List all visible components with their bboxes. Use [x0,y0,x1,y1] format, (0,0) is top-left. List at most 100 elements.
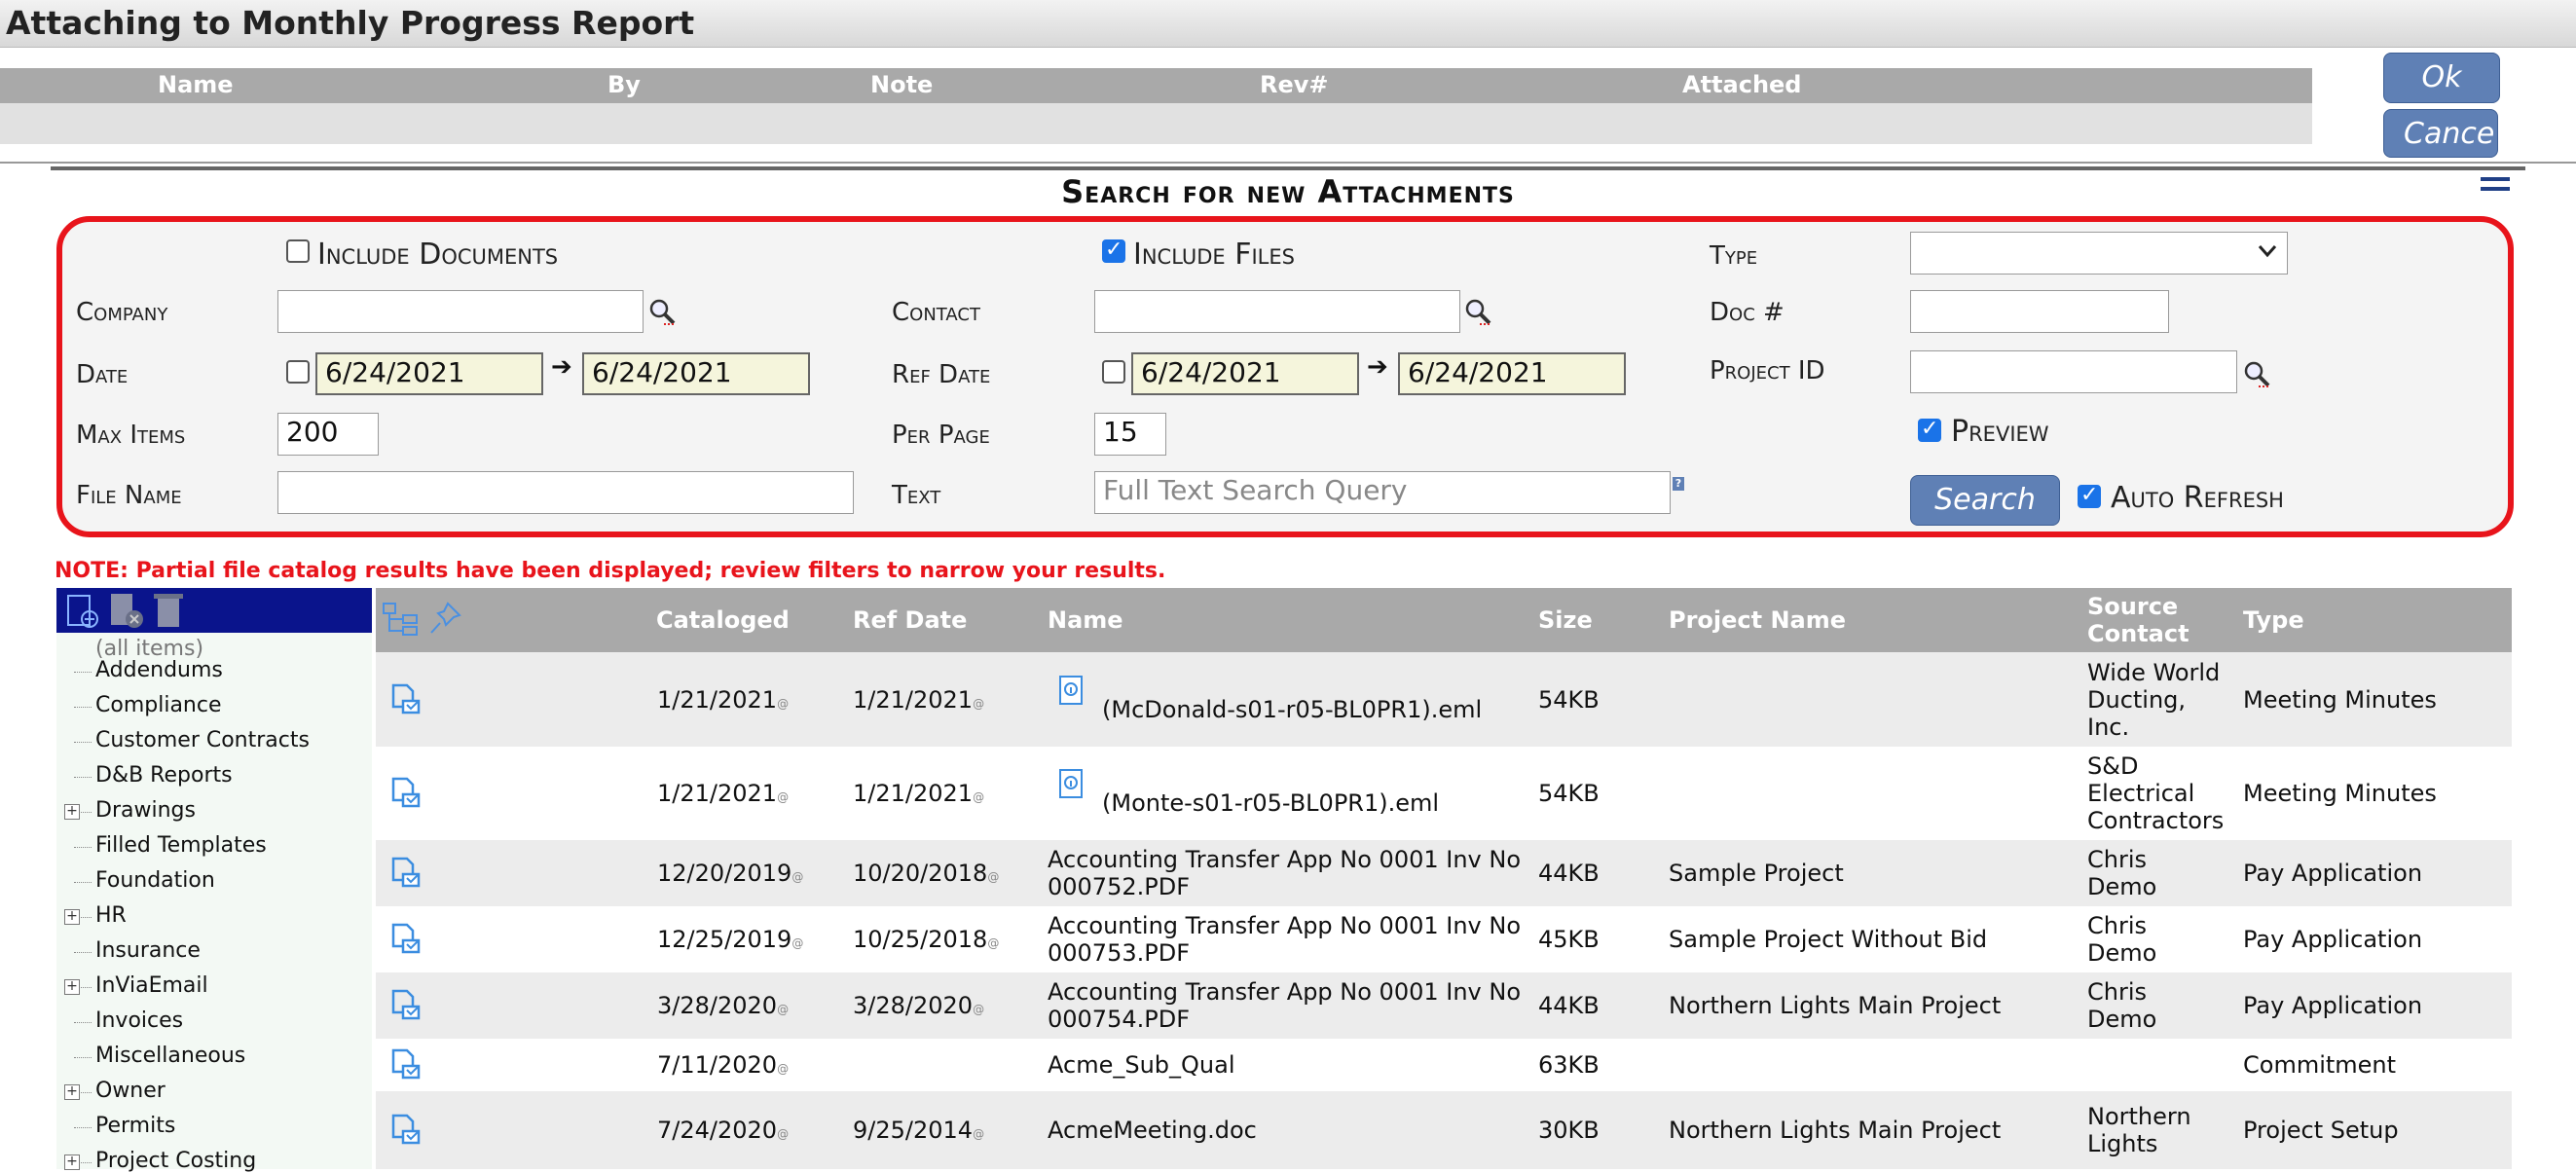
table-row[interactable]: 3/28/2020@ 3/28/2020@ Accounting Transfer … [376,972,2512,1039]
tree-item[interactable]: Drawings [95,798,196,823]
source-contact-line: Chris [2087,846,2148,873]
file-name-line2: 000752.PDF [1048,873,1191,900]
attached-col-note[interactable]: Note [870,71,933,98]
tree-connector [74,672,92,673]
hamburger-menu-icon[interactable] [2481,177,2510,202]
cataloged-date-value: 1/21/2021 [657,685,778,714]
max-items-input[interactable]: 200 [277,413,379,456]
preview-checkbox[interactable] [1918,417,1941,442]
attached-col-name[interactable]: Name [158,71,234,98]
file-name[interactable]: AcmeMeeting.doc [1048,1117,1257,1144]
type-select[interactable] [1910,232,2288,275]
cataloged-date: 12/25/2019@ [657,926,803,957]
date-from-input[interactable]: 6/24/2021 [315,352,543,395]
source-contact-line: Chris [2087,978,2148,1006]
tree-item[interactable]: Insurance [95,938,201,963]
table-row[interactable]: 7/24/2020@ 9/25/2014@ AcmeMeeting.doc 30KB N… [376,1091,2512,1169]
calendar-marker-icon: @ [987,870,1000,884]
col-cataloged[interactable]: Cataloged [656,606,790,634]
col-type[interactable]: Type [2243,606,2304,634]
table-row[interactable]: 1/21/2021@ 1/21/2021@ (McDonald-s01-r05-BL… [376,652,2512,747]
table-row[interactable]: 7/11/2020@ Acme_Sub_Qual 63KB Commitment [376,1039,2512,1091]
col-name[interactable]: Name [1048,606,1123,634]
tree-item[interactable]: Project Costing [95,1149,256,1173]
expand-icon[interactable]: + [64,1084,80,1100]
attach-file-icon[interactable] [389,921,426,958]
ref-date-from-input[interactable]: 6/24/2021 [1131,352,1359,395]
attach-file-icon[interactable] [389,1112,426,1149]
file-name[interactable]: Acme_Sub_Qual [1048,1051,1235,1079]
attach-file-icon[interactable] [389,855,426,892]
attach-file-icon[interactable] [389,1046,426,1083]
company-lookup-icon[interactable] [648,298,676,325]
file-name[interactable]: (Monte-s01-r05-BL0PR1).eml [1102,789,1439,817]
remove-folder-icon[interactable] [107,592,146,631]
tree-item[interactable]: Invoices [95,1008,183,1033]
attached-col-by[interactable]: By [607,71,641,98]
search-button[interactable]: Search [1910,475,2060,526]
col-ref-date[interactable]: Ref Date [853,606,967,634]
file-name[interactable]: Accounting Transfer App No 0001 Inv No 00… [1048,846,1521,900]
tree-item[interactable]: Miscellaneous [95,1044,245,1068]
tree-item[interactable]: Owner [95,1079,166,1103]
source-contact: Chris Demo [2087,912,2156,967]
file-name[interactable]: Accounting Transfer App No 0001 Inv No 00… [1048,978,1521,1033]
ref-date: 3/28/2020@ [853,992,984,1023]
auto-refresh-checkbox[interactable] [2078,483,2101,508]
contact-lookup-icon[interactable] [1464,298,1491,325]
include-documents-checkbox[interactable] [286,239,310,263]
tree-item[interactable]: Filled Templates [95,833,267,858]
doc-number-input[interactable] [1910,290,2169,333]
tree-connector [74,847,92,848]
date-filter-checkbox[interactable] [286,360,310,384]
expand-icon[interactable]: + [64,804,80,820]
delete-folder-icon[interactable] [152,592,187,631]
tree-item[interactable]: D&B Reports [95,763,233,788]
ref-date-to-input[interactable]: 6/24/2021 [1398,352,1626,395]
table-row[interactable]: 12/25/2019@ 10/25/2018@ Accounting Transfe… [376,906,2512,972]
file-name[interactable]: Accounting Transfer App No 0001 Inv No 00… [1048,912,1521,967]
company-input[interactable] [277,290,644,333]
full-text-search-input[interactable]: Full Text Search Query [1094,471,1671,514]
project-id-input[interactable] [1910,350,2237,393]
tree-item[interactable]: InViaEmail [95,973,208,998]
cancel-button[interactable]: Cance [2383,109,2498,158]
window-title-bar: Attaching to Monthly Progress Report [0,0,2576,48]
tree-item[interactable]: Foundation [95,868,215,893]
per-page-input[interactable]: 15 [1094,413,1166,456]
tree-item[interactable]: Compliance [95,693,222,717]
contact-input[interactable] [1094,290,1460,333]
tree-item[interactable]: Permits [95,1114,175,1138]
ok-button[interactable]: Ok [2383,53,2500,103]
expand-icon[interactable]: + [64,1155,80,1170]
table-row[interactable]: 1/21/2021@ 1/21/2021@ (Monte-s01-r05-BL0PR… [376,747,2512,840]
tree-view-icon[interactable] [382,602,421,637]
file-name-input[interactable] [277,471,854,514]
attached-col-attached[interactable]: Attached [1682,71,1801,98]
pin-icon[interactable] [428,600,463,639]
attach-file-icon[interactable] [389,775,426,812]
col-size[interactable]: Size [1538,606,1593,634]
help-icon[interactable]: ? [1673,477,1684,491]
attach-file-icon[interactable] [389,681,426,718]
col-source-contact[interactable]: Source Contact [2087,593,2190,647]
calendar-marker-icon: @ [777,1127,790,1141]
project-lookup-icon[interactable] [2243,360,2270,387]
attached-grid-header: Name By Note Rev# Attached [0,68,2312,103]
folder-tree: (all items) Addendums Compliance Customer … [56,633,372,1173]
expand-icon[interactable]: + [64,909,80,925]
tree-item[interactable]: Customer Contracts [95,728,310,752]
include-files-checkbox[interactable] [1102,238,1125,263]
col-project-name[interactable]: Project Name [1669,606,1846,634]
file-name[interactable]: (McDonald-s01-r05-BL0PR1).eml [1102,696,1482,723]
attached-col-rev[interactable]: Rev# [1260,71,1329,98]
table-row[interactable]: 12/20/2019@ 10/20/2018@ Accounting Transfe… [376,840,2512,906]
tree-item[interactable]: Addendums [95,658,223,682]
include-documents-label: Include Documents [317,238,559,272]
date-to-input[interactable]: 6/24/2021 [582,352,810,395]
attach-file-icon[interactable] [389,987,426,1024]
expand-icon[interactable]: + [64,979,80,995]
new-folder-icon[interactable] [64,594,99,629]
ref-date-filter-checkbox[interactable] [1102,360,1125,384]
tree-item[interactable]: HR [95,903,127,928]
